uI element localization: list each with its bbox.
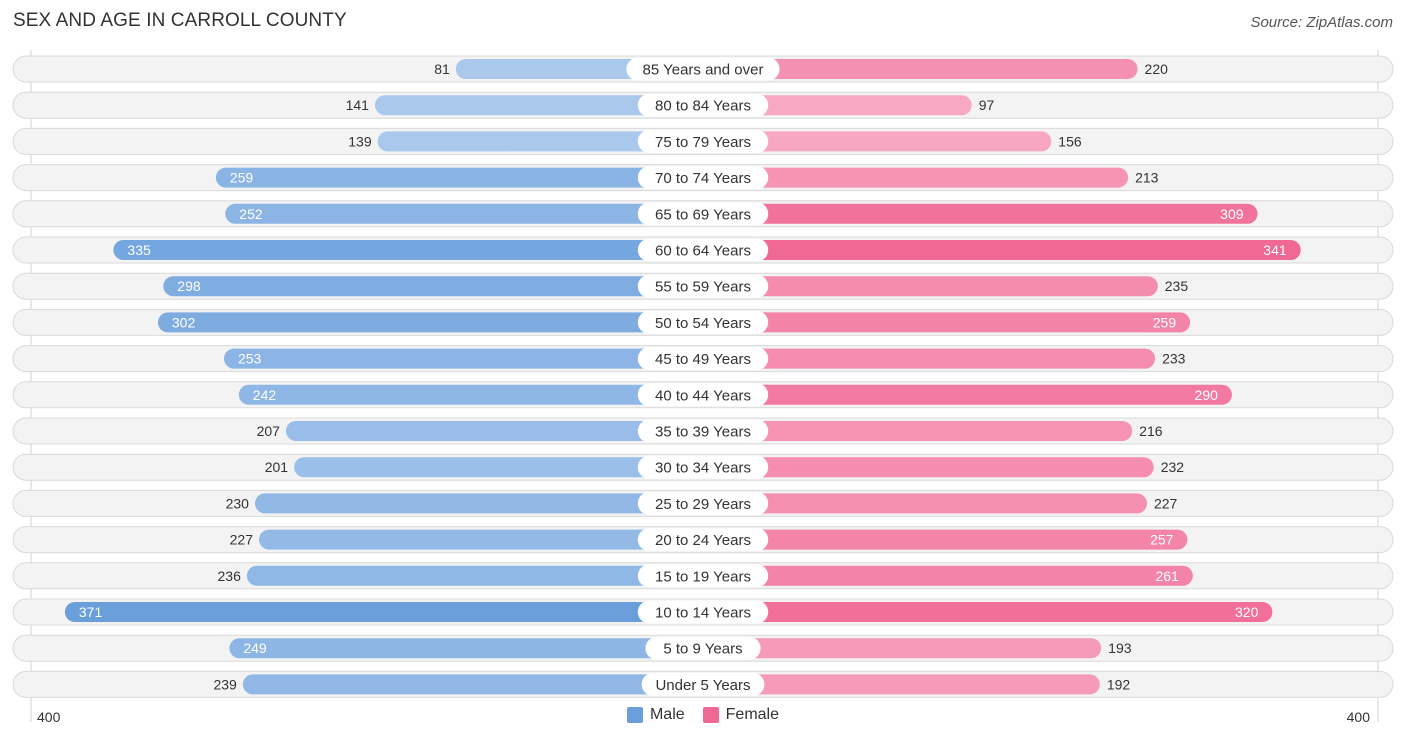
female-swatch (702, 707, 719, 723)
legend-label-male: Male (649, 706, 685, 723)
value-label-female: 257 (1150, 532, 1174, 548)
category-label: 40 to 44 Years (655, 387, 751, 404)
bar-female (703, 457, 1154, 478)
bar-male (242, 674, 703, 695)
category-label: 20 to 24 Years (655, 532, 751, 549)
value-label-male: 207 (257, 423, 281, 439)
bar-male (157, 312, 704, 333)
category-label: 15 to 19 Years (655, 568, 751, 585)
value-label-male: 259 (230, 170, 254, 186)
value-label-male: 236 (218, 568, 242, 584)
value-label-male: 302 (172, 314, 196, 330)
category-label: 60 to 64 Years (655, 243, 751, 260)
category-label: 10 to 14 Years (655, 605, 751, 622)
bar-male (223, 348, 703, 369)
bar-female (703, 348, 1156, 369)
value-label-female: 97 (979, 97, 995, 113)
category-label: 35 to 39 Years (655, 424, 751, 441)
value-label-female: 232 (1161, 459, 1185, 475)
value-label-female: 233 (1162, 351, 1186, 367)
value-label-male: 139 (348, 133, 372, 149)
category-label: 25 to 29 Years (655, 496, 751, 513)
category-label: 45 to 49 Years (655, 351, 751, 368)
bar-male (225, 203, 703, 224)
bar-female (703, 493, 1147, 514)
bar-male (238, 384, 703, 405)
value-label-male: 81 (434, 61, 450, 77)
value-label-female: 220 (1145, 61, 1169, 77)
bar-male (259, 529, 703, 550)
bar-female (703, 312, 1191, 333)
value-label-male: 239 (213, 676, 237, 692)
value-label-male: 298 (177, 278, 201, 294)
value-label-female: 213 (1135, 170, 1159, 186)
male-swatch (626, 707, 643, 723)
value-label-male: 230 (226, 495, 250, 511)
bar-female (703, 529, 1188, 550)
bar-female (703, 203, 1258, 224)
chart-area: 81 220 85 Years and over 141 97 80 to 84 Year… (12, 50, 1394, 725)
value-label-male: 249 (243, 640, 267, 656)
category-label: 30 to 34 Years (655, 460, 751, 477)
value-label-female: 309 (1220, 206, 1244, 222)
category-label: 55 to 59 Years (655, 279, 751, 296)
bar-female (703, 240, 1301, 260)
bar-female (703, 638, 1102, 659)
value-label-male: 227 (230, 532, 254, 548)
value-label-male: 371 (79, 604, 103, 620)
legend-item-female[interactable]: Female (702, 706, 780, 724)
category-label: 75 to 79 Years (655, 134, 751, 151)
value-label-female: 216 (1139, 423, 1163, 439)
category-label: 65 to 69 Years (655, 206, 751, 223)
bar-female (703, 602, 1273, 622)
value-label-male: 201 (265, 459, 289, 475)
category-label: 70 to 74 Years (655, 170, 751, 187)
value-label-female: 320 (1235, 604, 1259, 620)
value-label-female: 227 (1154, 495, 1178, 511)
value-label-male: 141 (346, 97, 370, 113)
category-label: 5 to 9 Years (663, 641, 742, 658)
value-label-female: 290 (1195, 387, 1219, 403)
category-label: Under 5 Years (655, 677, 750, 694)
bar-female (703, 565, 1193, 586)
value-label-male: 253 (238, 351, 262, 367)
value-label-female: 341 (1263, 242, 1287, 258)
bar-male (113, 240, 704, 260)
legend: Male Female (0, 706, 1406, 724)
value-label-female: 193 (1108, 640, 1132, 656)
value-label-female: 156 (1058, 133, 1082, 149)
bar-male (163, 276, 703, 297)
bar-female (703, 276, 1158, 297)
category-label: 80 to 84 Years (655, 98, 751, 115)
bar-male (246, 565, 703, 586)
bar-male (215, 167, 704, 188)
category-label: 50 to 54 Years (655, 315, 751, 332)
value-label-male: 242 (253, 387, 277, 403)
value-label-male: 335 (127, 242, 151, 258)
legend-label-female: Female (725, 706, 780, 723)
bar-male (229, 638, 703, 659)
value-label-female: 261 (1155, 568, 1179, 584)
value-label-female: 259 (1153, 314, 1177, 330)
value-label-female: 192 (1107, 676, 1131, 692)
bar-male (64, 602, 704, 622)
bar-male (254, 493, 703, 514)
value-label-male: 252 (239, 206, 263, 222)
value-label-female: 235 (1165, 278, 1189, 294)
category-label: 85 Years and over (643, 62, 764, 79)
legend-item-male[interactable]: Male (626, 706, 685, 724)
bar-female (703, 384, 1232, 405)
